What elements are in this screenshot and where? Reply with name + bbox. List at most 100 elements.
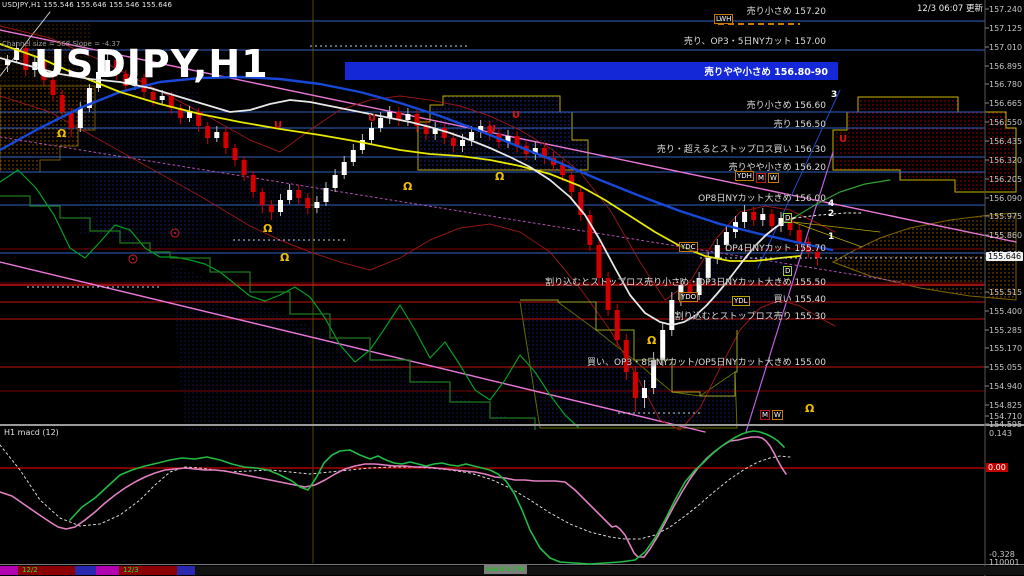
candlestick	[633, 372, 638, 398]
omega-signal-icon: Ω	[57, 127, 66, 140]
candlestick	[78, 108, 83, 128]
omega-signal-icon: Ω	[647, 334, 656, 347]
symbol-ohlc-line: USDJPY,H1 155.546 155.646 155.546 155.64…	[2, 1, 172, 9]
price-axis-label: 156.320	[989, 156, 1022, 165]
price-axis-label: 157.010	[989, 43, 1022, 52]
candlestick	[333, 175, 338, 188]
candlestick	[160, 96, 165, 100]
day-strip-date-label: 12/2	[22, 566, 38, 575]
price-annotation: 買い 155.40	[774, 292, 826, 305]
u-signal-icon: U	[274, 120, 282, 131]
candlestick	[151, 92, 156, 100]
candlestick	[223, 132, 228, 148]
price-axis-label: 154.595	[989, 420, 1022, 429]
u-signal-icon: U	[488, 124, 496, 135]
price-axis-label: 156.435	[989, 137, 1022, 146]
highlight-band-156-80-90: 売りやや小さめ 156.80-90	[345, 62, 838, 80]
candlestick	[233, 148, 238, 160]
marker-box-w: W	[772, 410, 783, 420]
price-axis-label: 156.895	[989, 62, 1022, 71]
day-strip-segment[interactable]	[96, 566, 119, 575]
macd-indicator-label: H1 macd (12)	[4, 428, 59, 437]
price-axis-label: 155.515	[989, 288, 1022, 297]
wave-count-number: 2	[828, 209, 834, 219]
candlestick	[451, 138, 456, 146]
price-axis-label: 157.240	[989, 5, 1022, 14]
candlestick	[560, 165, 565, 175]
trading-chart-window: USDJPY,H1 155.546 155.646 155.546 155.64…	[0, 0, 1024, 576]
price-annotation: 売り 156.50	[774, 117, 826, 130]
marker-box-m: M	[760, 410, 770, 420]
candlestick	[597, 245, 602, 278]
price-annotation: 割り込むとストップロス売り小さめ・OP3日NYカット大きめ 155.50	[545, 275, 826, 288]
price-axis-label: 155.170	[989, 344, 1022, 353]
candlestick	[460, 140, 465, 146]
omega-signal-icon: Ω	[495, 170, 504, 183]
candlestick	[242, 160, 247, 175]
price-axis-label: 155.400	[989, 307, 1022, 316]
wave-count-number: 4	[828, 199, 834, 209]
candlestick	[715, 245, 720, 258]
price-axis-label: 156.205	[989, 175, 1022, 184]
price-annotation: 売り、OP3・5日NYカット 157.00	[684, 34, 826, 47]
marker-box-m: M	[756, 173, 766, 183]
candlestick	[287, 190, 292, 200]
symbol-watermark: USDJPY,H1	[34, 42, 269, 86]
marker-box-lwh: LWH	[714, 14, 733, 24]
price-axis-label: 154.825	[989, 401, 1022, 410]
omega-signal-icon: Ω	[403, 180, 412, 193]
candlestick	[769, 214, 774, 226]
omega-signal-icon: Ω	[805, 402, 814, 415]
price-annotation: 売り小さめ 157.20	[747, 4, 826, 17]
macd-axis-label: 0.143	[989, 429, 1012, 438]
price-axis-label: 155.975	[989, 212, 1022, 221]
price-annotation: 売り・超えるとストップロス買い 156.30	[657, 142, 826, 155]
price-annotation: 売り小さめ 156.60	[747, 98, 826, 111]
candlestick	[251, 175, 256, 192]
candlestick	[314, 202, 319, 208]
wave-count-number: 1	[828, 232, 834, 242]
candlestick	[23, 48, 28, 70]
candlestick	[205, 126, 210, 138]
macd-zero-label: 0.00	[986, 463, 1008, 472]
marker-box-ydo: YDO	[679, 292, 698, 302]
day-strip-segment[interactable]	[0, 566, 18, 575]
highlight-band-label: 売りやや小さめ 156.80-90	[704, 64, 828, 78]
u-signal-icon: U	[512, 110, 520, 121]
marker-box-d: D	[783, 266, 792, 276]
marker-box-ydc: YDC	[679, 242, 698, 252]
candlestick	[214, 132, 219, 138]
candlestick	[760, 214, 765, 220]
day-strip-segment[interactable]	[195, 566, 1024, 575]
candlestick	[405, 114, 410, 120]
candlestick	[751, 212, 756, 220]
last-updated-timestamp: 12/3 06:07 更新	[917, 2, 983, 14]
macd-value-tag: macd 0.176	[484, 565, 527, 574]
candlestick	[296, 190, 301, 198]
candlestick	[378, 118, 383, 128]
candlestick	[442, 128, 447, 138]
omega-signal-icon: Ω	[263, 222, 272, 235]
candlestick	[60, 95, 65, 112]
candlestick	[324, 188, 329, 202]
candlestick	[369, 128, 374, 140]
omega-signal-icon: Ω	[280, 251, 289, 264]
price-axis-label: 155.285	[989, 326, 1022, 335]
candlestick	[278, 200, 283, 212]
marker-box-ydl: YDL	[732, 296, 750, 306]
candlestick	[351, 150, 356, 162]
candlestick	[615, 310, 620, 340]
price-annotation: 割り込むとストップロス売り 155.30	[675, 309, 826, 322]
day-strip-segment[interactable]	[177, 566, 195, 575]
wave-count-number: 3	[831, 90, 837, 100]
price-axis-label: 155.055	[989, 363, 1022, 372]
price-axis-label: 156.550	[989, 118, 1022, 127]
price-axis-label: 156.780	[989, 80, 1022, 89]
price-annotation: OP4日NYカット 155.70	[725, 241, 826, 254]
candlestick	[342, 162, 347, 175]
price-chart-canvas[interactable]	[0, 0, 1024, 576]
candlestick	[305, 198, 310, 208]
price-axis-label: 157.125	[989, 24, 1022, 33]
day-strip-segment[interactable]	[75, 566, 96, 575]
price-axis-label: 155.860	[989, 231, 1022, 240]
